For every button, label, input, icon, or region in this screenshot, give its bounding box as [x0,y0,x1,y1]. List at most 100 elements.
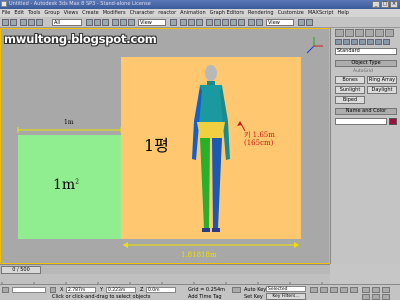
zoom-extents-icon[interactable] [362,294,370,300]
selection-filter-select[interactable]: All [52,19,82,26]
maxscript-listener-icon[interactable] [2,287,9,293]
unlink-icon[interactable] [28,19,35,26]
go-to-end-icon[interactable] [350,287,358,293]
menu-item-customize[interactable]: Customize [276,9,306,17]
app-icon [1,1,7,7]
create-tab-icon[interactable] [335,29,344,37]
orbit-icon[interactable] [382,287,390,293]
time-slider[interactable]: 0 / 500 [1,266,41,274]
previous-frame-icon[interactable] [320,287,328,293]
schematic-icon[interactable] [238,19,245,26]
close-button[interactable]: × [390,1,398,8]
menu-item-tools[interactable]: Tools [26,9,42,17]
biped-button[interactable]: Biped [335,96,365,104]
zoom-icon[interactable] [362,287,370,293]
selected-set-dropdown[interactable]: Selected [266,286,306,292]
lock-selection-icon[interactable] [50,287,56,293]
next-frame-icon[interactable] [340,287,348,293]
geometry-icon[interactable] [335,39,342,45]
menu-item-graph-editors[interactable]: Graph Editors [208,9,246,17]
menu-item-rendering[interactable]: Rendering [246,9,276,17]
menu-item-maxscript[interactable]: MAXScript [306,9,336,17]
mirror-icon[interactable] [206,19,213,26]
menu-item-character[interactable]: Character [128,9,157,17]
undo-icon[interactable] [2,19,9,26]
render-type-select[interactable]: View [266,19,294,26]
menu-item-help[interactable]: Help [335,9,350,17]
select-move-icon[interactable] [112,19,119,26]
select-by-name-icon[interactable] [94,19,101,26]
curve-editor-icon[interactable] [230,19,237,26]
pan-icon[interactable] [372,287,380,293]
select-rotate-icon[interactable] [120,19,127,26]
status-bar: X 2.787m Y 0.223m Z 0.0m Grid = 0.254m A… [0,284,400,300]
reference-coord-select[interactable]: View [138,19,166,26]
modify-tab-icon[interactable] [345,29,354,37]
utilities-tab-icon[interactable] [385,29,394,37]
maxscript-mini-listener[interactable] [12,287,46,293]
field-of-view-icon[interactable] [372,294,380,300]
select-object-icon[interactable] [86,19,93,26]
select-region-icon[interactable] [102,19,109,26]
maximize-viewport-icon[interactable] [382,294,390,300]
auto-key-button[interactable]: Auto Key [244,287,266,293]
name-and-color-rollup[interactable]: Name and Color [335,108,397,115]
category-dropdown[interactable]: Standard [335,48,397,55]
render-last-icon[interactable] [306,19,313,26]
go-to-start-icon[interactable] [310,287,318,293]
sunlight-button[interactable]: Sunlight [335,86,365,94]
daylight-button[interactable]: Daylight [367,86,397,94]
render-setup-icon[interactable] [256,19,263,26]
helpers-icon[interactable] [367,39,374,45]
menu-item-create[interactable]: Create [80,9,101,17]
perspective-viewport[interactable]: mwultong.blogspot.com 1m 1m2 1평 키 1.65m … [0,28,330,264]
bones-button[interactable]: Bones [335,76,365,84]
align-icon[interactable] [214,19,221,26]
add-time-tag-button[interactable]: Add Time Tag [188,294,222,300]
shapes-icon[interactable] [343,39,350,45]
display-tab-icon[interactable] [375,29,384,37]
track-bar[interactable] [0,274,330,289]
key-filters-button[interactable]: Key Filters... [266,293,306,300]
snap-icon[interactable] [180,19,187,26]
menu-item-group[interactable]: Group [42,9,61,17]
pivot-icon[interactable] [170,19,177,26]
material-editor-icon[interactable] [248,19,255,26]
menu-item-views[interactable]: Views [62,9,80,17]
percent-snap-icon[interactable] [196,19,203,26]
redo-icon[interactable] [10,19,17,26]
label-pyeong-width: 1.81818m [181,251,217,259]
key-icon [232,287,241,293]
height-annotation: 키 1.65m (165cm) [244,131,275,147]
menu-item-reactor[interactable]: reactor [156,9,178,17]
lights-icon[interactable] [351,39,358,45]
ring-array-button[interactable]: Ring Array [367,76,397,84]
minimize-button[interactable]: _ [372,1,380,8]
select-scale-icon[interactable] [128,19,135,26]
set-key-button[interactable]: Set Key [244,294,263,300]
maximize-button[interactable]: □ [381,1,389,8]
y-coordinate-field[interactable]: 0.223m [106,287,136,293]
play-icon[interactable] [330,287,338,293]
autogrid-checkbox[interactable]: AutoGrid [353,69,373,74]
motion-tab-icon[interactable] [365,29,374,37]
systems-icon[interactable] [383,39,390,45]
layer-icon[interactable] [222,19,229,26]
object-type-rollup[interactable]: Object Type [335,60,397,67]
bind-icon[interactable] [36,19,43,26]
object-color-swatch[interactable] [389,118,397,125]
menu-item-modifiers[interactable]: Modifiers [101,9,128,17]
biped-head [205,65,217,81]
z-coordinate-field[interactable]: 0.0m [146,287,176,293]
x-coordinate-field[interactable]: 2.787m [66,287,96,293]
angle-snap-icon[interactable] [188,19,195,26]
menu-item-edit[interactable]: Edit [12,9,26,17]
quick-render-icon[interactable] [298,19,305,26]
spacewarps-icon[interactable] [375,39,382,45]
hierarchy-tab-icon[interactable] [355,29,364,37]
menu-item-animation[interactable]: Animation [178,9,208,17]
cameras-icon[interactable] [359,39,366,45]
link-icon[interactable] [20,19,27,26]
menu-item-file[interactable]: File [0,9,12,17]
object-name-field[interactable] [335,118,387,125]
